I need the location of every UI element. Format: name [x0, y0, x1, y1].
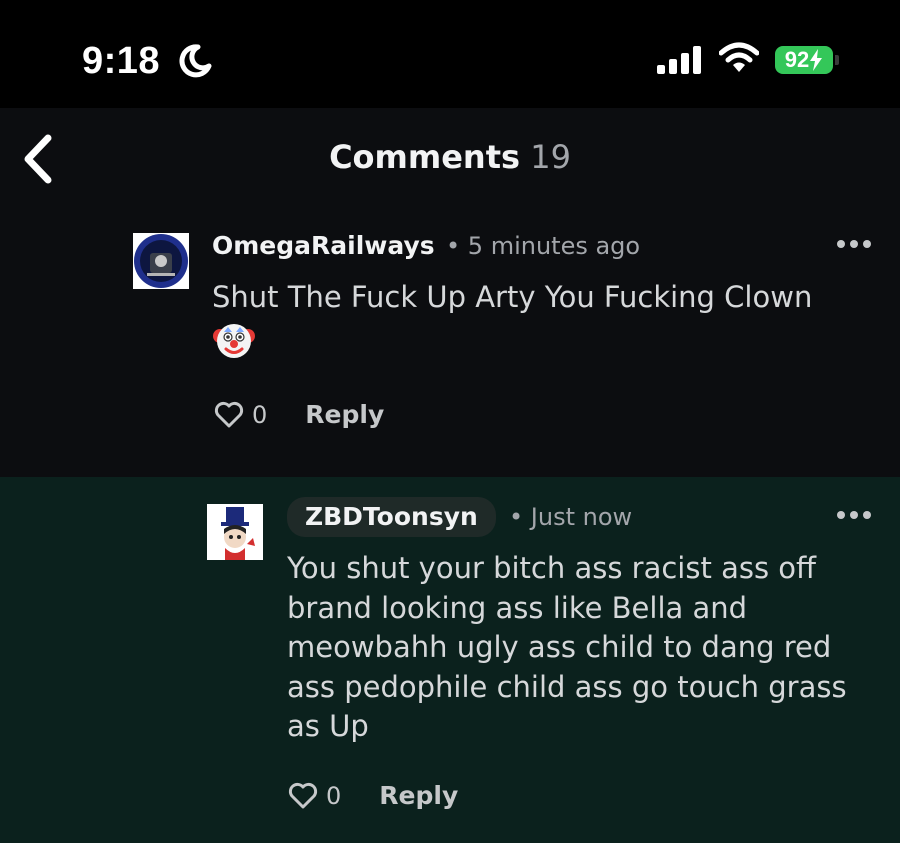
- status-time: 9:18: [82, 40, 161, 82]
- reply-button[interactable]: Reply: [305, 400, 384, 429]
- signal-icon: [657, 46, 701, 74]
- status-bar: 9:18 92: [0, 0, 900, 108]
- heart-icon[interactable]: [214, 401, 244, 429]
- avatar[interactable]: [133, 233, 189, 289]
- comment-username[interactable]: ZBDToonsyn: [287, 497, 496, 537]
- comment-actions: 0 Reply: [288, 781, 458, 810]
- battery-level: 92: [784, 47, 810, 72]
- comment-text: Shut The Fuck Up Arty You Fucking Clown: [212, 278, 882, 362]
- wifi-icon: [719, 42, 759, 72]
- heart-icon[interactable]: [288, 782, 318, 810]
- comment-timestamp-text: Just now: [530, 503, 633, 531]
- comment-username[interactable]: OmegaRailways: [212, 231, 435, 260]
- clown-face-emoji: [213, 323, 255, 358]
- avatar[interactable]: [207, 504, 263, 560]
- battery-cap: [835, 55, 839, 65]
- comment-timestamp: • 5 minutes ago: [446, 232, 641, 260]
- comment-item-highlighted: ZBDToonsyn • Just now You shut your bitc…: [0, 477, 900, 843]
- comment-text: You shut your bitch ass racist ass off b…: [287, 551, 847, 743]
- page-title-label: Comments: [329, 138, 521, 176]
- moon-icon: [179, 44, 212, 78]
- page-title: Comments 19: [0, 138, 900, 176]
- charging-bolt-icon: [810, 49, 823, 71]
- comment-text-content: Shut The Fuck Up Arty You Fucking Clown: [212, 280, 813, 314]
- comment-item: OmegaRailways • 5 minutes ago Shut The F…: [0, 212, 900, 477]
- like-count: 0: [252, 400, 268, 429]
- more-icon[interactable]: [836, 510, 872, 520]
- comment-timestamp-text: 5 minutes ago: [467, 232, 641, 260]
- comment-count: 19: [530, 138, 571, 176]
- more-icon[interactable]: [836, 239, 872, 249]
- like-count: 0: [326, 781, 342, 810]
- comment-timestamp: • Just now: [509, 503, 633, 531]
- battery-indicator: 92: [775, 46, 833, 74]
- comment-actions: 0 Reply: [214, 400, 384, 429]
- reply-button[interactable]: Reply: [379, 781, 458, 810]
- nav-bar: Comments 19: [0, 108, 900, 212]
